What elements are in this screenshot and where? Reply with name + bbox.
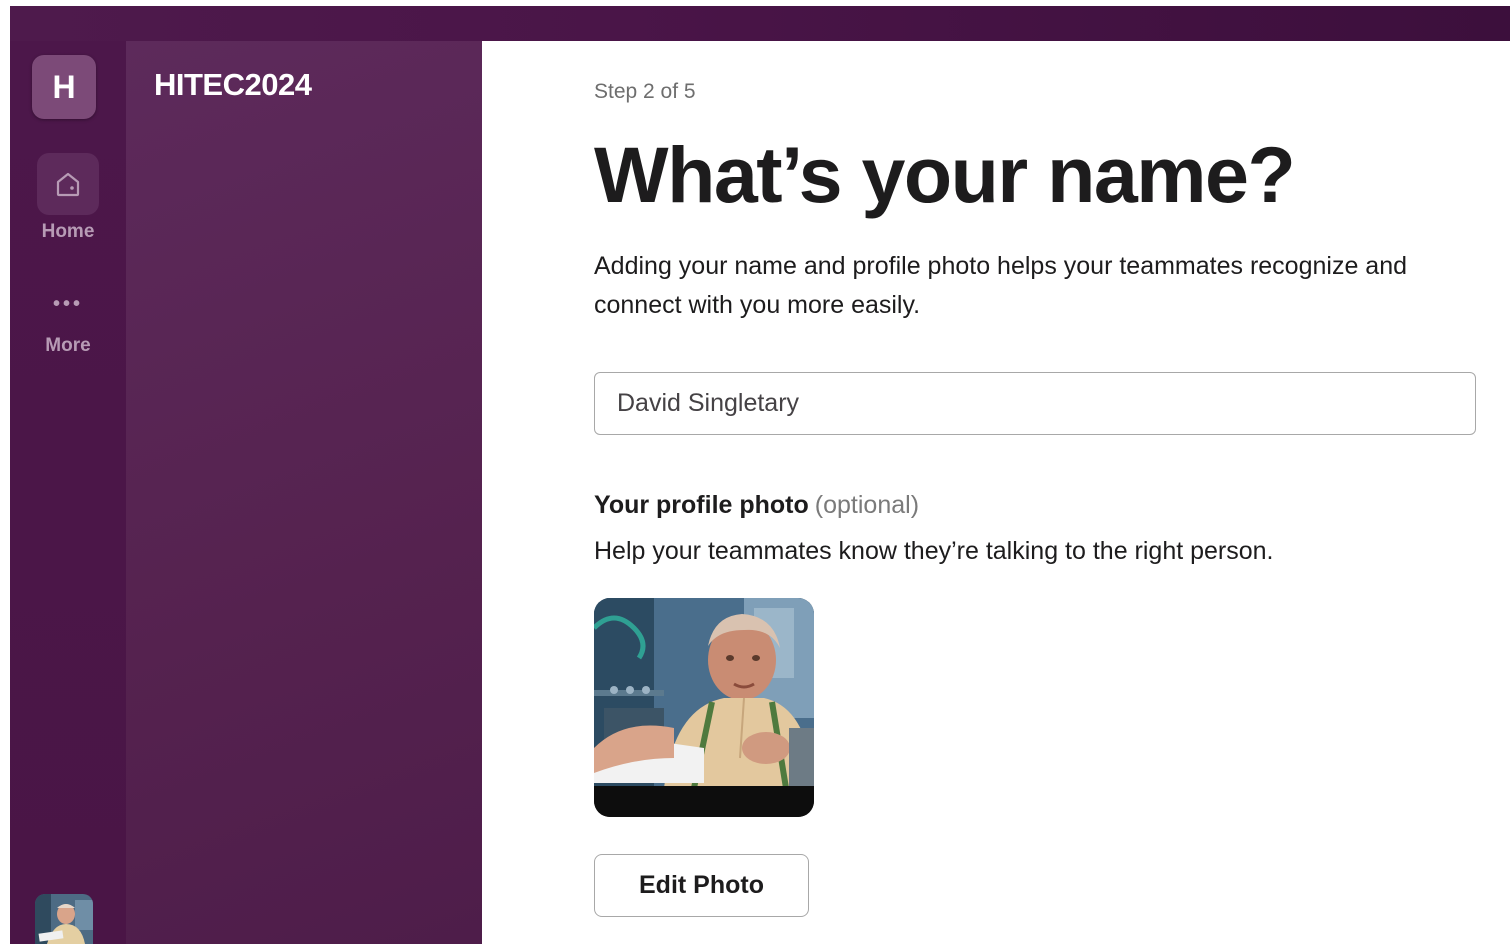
- home-icon: [37, 153, 99, 215]
- workspace-initial: H: [52, 68, 76, 105]
- profile-photo-heading: Your profile photo (optional): [594, 491, 919, 520]
- rail-home-button[interactable]: Home: [10, 153, 126, 243]
- step-indicator: Step 2 of 5: [594, 80, 696, 103]
- page-title: What’s your name?: [594, 130, 1296, 219]
- profile-photo-help: Help your teammates know they’re talking…: [594, 537, 1274, 565]
- workspace-rail: H Home ••• More: [10, 41, 126, 944]
- ellipsis-icon: •••: [52, 292, 83, 315]
- user-avatar[interactable]: [35, 894, 93, 944]
- workspace-name[interactable]: HITEC2024: [154, 67, 312, 103]
- channel-sidebar: HITEC2024: [126, 41, 482, 944]
- profile-photo: [594, 598, 814, 817]
- workspace-switcher-button[interactable]: H: [32, 55, 96, 119]
- rail-more-label: More: [45, 335, 91, 356]
- onboarding-panel: Step 2 of 5 What’s your name? Adding you…: [482, 41, 1510, 944]
- optional-label: (optional): [814, 491, 920, 519]
- rail-home-label: Home: [41, 221, 95, 242]
- full-name-input[interactable]: [594, 372, 1476, 435]
- profile-photo-heading-label: Your profile photo: [594, 491, 809, 519]
- page-description: Adding your name and profile photo helps…: [594, 252, 1408, 319]
- edit-photo-button[interactable]: Edit Photo: [594, 854, 809, 917]
- slack-app-window: H Home ••• More HITEC2024 Step 2 of 5 Wh…: [10, 6, 1510, 944]
- rail-more-button[interactable]: ••• More: [10, 289, 126, 357]
